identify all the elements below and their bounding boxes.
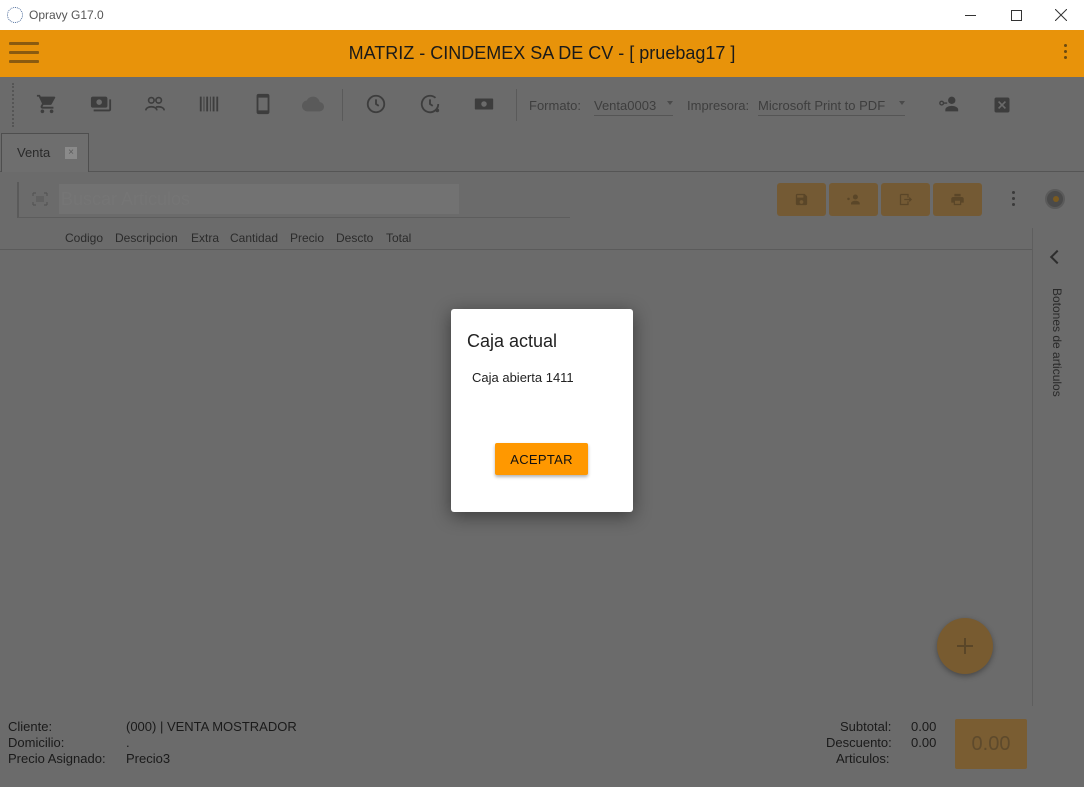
chevron-down-icon <box>667 101 673 105</box>
dialog-title: Caja actual <box>467 331 558 351</box>
article-buttons-panel: Botones de articulos <box>1032 228 1084 706</box>
print-button[interactable] <box>933 183 982 216</box>
clock-history-icon[interactable] <box>419 93 441 115</box>
printer-select[interactable]: Microsoft Print to PDF <box>758 92 905 116</box>
cloud-sync-icon[interactable] <box>302 93 324 115</box>
printer-icon <box>951 193 964 206</box>
toolbar-separator <box>342 89 343 121</box>
header-more-icon[interactable] <box>1064 44 1068 62</box>
tab-close-icon[interactable]: × <box>65 147 77 159</box>
descuento-value: 0.00 <box>911 735 937 750</box>
articulos-label: Articulos: <box>836 751 890 766</box>
user-key-icon <box>847 194 860 205</box>
tab-venta[interactable]: Venta × <box>1 133 89 173</box>
barcode-icon[interactable] <box>198 93 220 115</box>
subtotal-label: Subtotal: <box>840 719 892 734</box>
subtotal-value: 0.00 <box>911 719 937 734</box>
cash-icon[interactable] <box>90 93 112 115</box>
window-title: Opravy G17.0 <box>29 8 104 22</box>
app-logo-icon <box>7 7 23 23</box>
column-descto[interactable]: Descto <box>336 231 373 245</box>
search-container <box>17 182 570 218</box>
domicilio-label: Domicilio: <box>8 735 65 750</box>
accept-button[interactable]: ACEPTAR <box>495 443 588 475</box>
sale-footer: Cliente: (000) | VENTA MOSTRADOR Domicil… <box>0 715 1084 787</box>
clock-icon[interactable] <box>365 93 387 115</box>
column-descripcion[interactable]: Descripcion <box>115 231 178 245</box>
money-icon[interactable] <box>473 93 495 115</box>
user-key-icon[interactable] <box>937 93 961 115</box>
exit-button[interactable] <box>881 183 930 216</box>
cliente-label: Cliente: <box>8 719 53 734</box>
main-toolbar: Formato: Venta0003 Impresora: Microsoft … <box>0 77 1084 133</box>
cliente-value: (000) | VENTA MOSTRADOR <box>126 719 297 734</box>
descuento-label: Descuento: <box>826 735 892 750</box>
save-button[interactable] <box>777 183 826 216</box>
minimize-icon[interactable] <box>947 0 993 30</box>
maximize-icon[interactable] <box>993 0 1039 30</box>
chevron-down-icon <box>899 101 905 105</box>
caja-dialog: Caja actual Caja abierta 1411 ACEPTAR <box>451 309 633 512</box>
format-label: Formato: <box>529 98 582 113</box>
status-indicator-icon[interactable] <box>1045 189 1065 209</box>
more-options-icon[interactable] <box>1012 191 1016 209</box>
tablet-icon[interactable] <box>252 93 274 115</box>
people-icon[interactable] <box>144 93 166 115</box>
tab-label: Venta <box>17 145 51 160</box>
exit-icon <box>899 193 913 206</box>
barcode-scan-icon[interactable] <box>32 192 48 206</box>
article-buttons-label[interactable]: Botones de articulos <box>1050 288 1064 397</box>
toolbar-grip <box>12 83 14 127</box>
search-input[interactable] <box>59 184 459 214</box>
precio-asignado-value: Precio3 <box>126 751 171 766</box>
format-select[interactable]: Venta0003 <box>594 92 673 116</box>
add-item-button[interactable] <box>937 618 993 674</box>
dialog-message: Caja abierta 1411 <box>472 370 574 385</box>
close-box-icon[interactable] <box>992 94 1012 116</box>
table-header: Codigo Descripcion Extra Cantidad Precio… <box>0 228 1032 250</box>
assign-customer-button[interactable] <box>829 183 878 216</box>
domicilio-value: . <box>126 735 130 750</box>
column-extra[interactable]: Extra <box>191 231 219 245</box>
format-select-value: Venta0003 <box>594 98 657 113</box>
column-total[interactable]: Total <box>386 231 411 245</box>
tab-strip: Venta × <box>0 133 1084 173</box>
column-precio[interactable]: Precio <box>290 231 324 245</box>
app-header: MATRIZ - CINDEMEX SA DE CV - [ pruebag17… <box>0 30 1084 77</box>
printer-label: Impresora: <box>687 98 750 113</box>
column-codigo[interactable]: Codigo <box>65 231 103 245</box>
cart-icon[interactable] <box>36 93 58 115</box>
chevron-left-icon[interactable] <box>1049 249 1065 265</box>
close-icon[interactable] <box>1038 0 1084 30</box>
save-icon <box>795 193 808 206</box>
total-display: 0.00 <box>955 719 1027 769</box>
window-titlebar: Opravy G17.0 <box>0 0 1084 30</box>
toolbar-separator <box>516 89 517 121</box>
precio-asignado-label: Precio Asignado: <box>8 751 106 766</box>
column-cantidad[interactable]: Cantidad <box>230 231 278 245</box>
header-title: MATRIZ - CINDEMEX SA DE CV - [ pruebag17… <box>348 43 736 63</box>
printer-select-value: Microsoft Print to PDF <box>758 98 886 113</box>
